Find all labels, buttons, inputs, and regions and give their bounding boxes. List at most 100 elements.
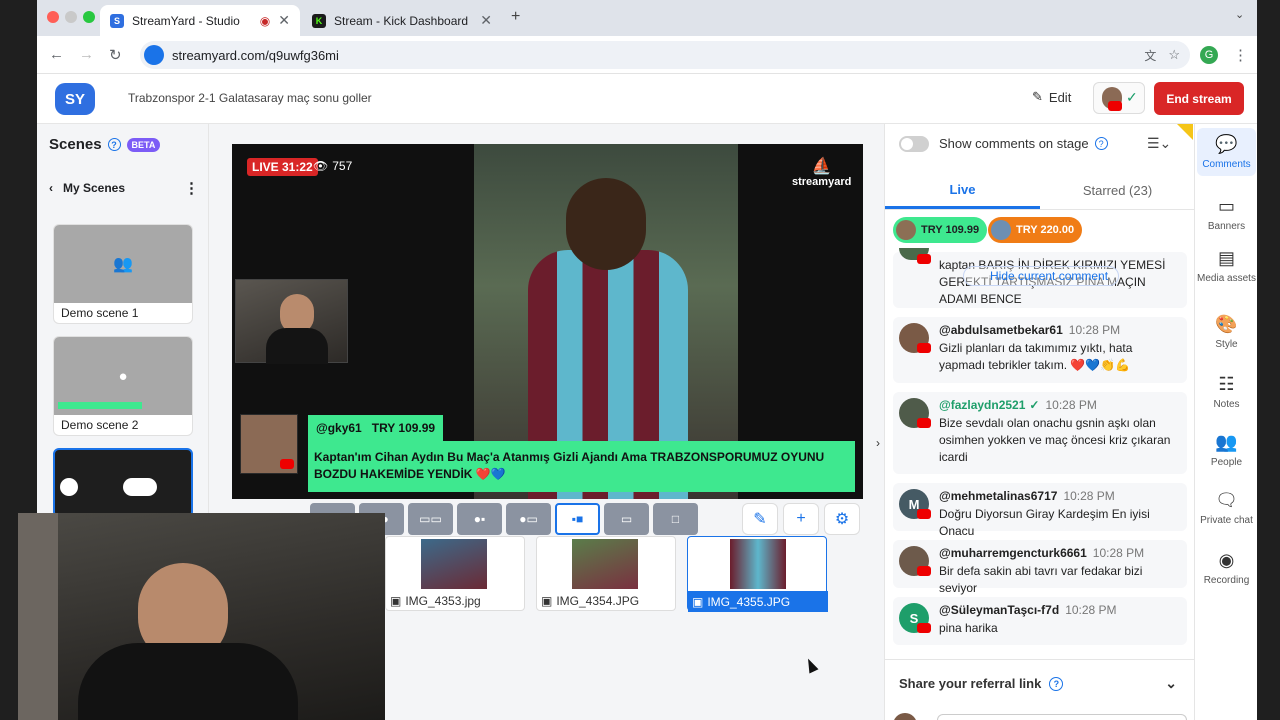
chat-message[interactable]: M @mehmetalinas6717 10:28 PM Doğru Diyors… (893, 483, 1187, 538)
scene-card[interactable]: 👥 Demo scene 1 (53, 224, 193, 324)
broadcast-title[interactable]: Trabzonspor 2-1 Galatasaray maç sonu gol… (128, 91, 372, 105)
chat-message[interactable]: S @SüleymanTaşcı-f7d 10:28 PM pina harika (893, 597, 1187, 645)
help-icon[interactable]: ? (1094, 137, 1108, 150)
people-icon: 👥 (1215, 432, 1238, 452)
sidebar-item-people[interactable]: 👥 People (1197, 432, 1256, 468)
edit-layout-button[interactable]: ✎ (742, 503, 778, 535)
chat-message[interactable]: @abdulsametbekar61 10:28 PM Gizli planlar… (893, 317, 1187, 383)
media-asset-card[interactable]: ▣ IMG_4353.jpg (385, 536, 525, 611)
private-chat-icon: 🗨 (1215, 490, 1238, 510)
tab-live[interactable]: Live (885, 172, 1040, 209)
commenter-name: @SüleymanTaşcı-f7d (939, 603, 1060, 617)
help-icon[interactable]: ? (107, 138, 121, 151)
layout-screen-left-button[interactable]: ▪■ (555, 503, 600, 535)
sidebar-item-label: Notes (1213, 399, 1240, 410)
my-scenes-label: My Scenes (63, 181, 126, 195)
banner-handle: @gky61 (316, 421, 362, 435)
browser-menu-icon[interactable]: ⋮ (1233, 46, 1248, 64)
sidebar-item-media-assets[interactable]: ▤ Media assets (1197, 248, 1256, 284)
more-options-icon[interactable]: ⋮ (184, 179, 199, 197)
layout-leader-button[interactable]: ●▪ (457, 503, 502, 535)
tab-starred[interactable]: Starred (23) (1040, 172, 1195, 209)
sidebar-item-comments[interactable]: 💬 Comments (1197, 128, 1256, 176)
show-comments-toggle[interactable] (899, 136, 929, 152)
edit-button[interactable]: ✎ Edit (1032, 89, 1071, 105)
profile-avatar[interactable]: G (1200, 46, 1218, 64)
pill-avatar (991, 220, 1011, 240)
site-info-icon[interactable] (144, 45, 164, 65)
help-icon[interactable]: ? (1049, 676, 1064, 691)
scene-card[interactable]: ● Demo scene 2 (53, 336, 193, 436)
tab-kick[interactable]: K Stream - Kick Dashboard ✕ (302, 5, 502, 36)
media-asset-card-selected[interactable]: ▣ IMG_4355.JPG (687, 536, 828, 612)
youtube-icon (917, 343, 931, 353)
streamyard-logo[interactable]: SY (55, 83, 95, 115)
commenter-name: @mehmetalinas6717 (939, 489, 1058, 503)
chat-message[interactable]: @fazlaydn2521 ✓ 10:28 PM Bize sevdalı olan… (893, 392, 1187, 474)
filter-settings-icon[interactable]: ☰⌄ (1147, 135, 1171, 152)
commenter-name: @abdulsametbekar61 (939, 323, 1063, 337)
referral-label: Share your referral link (899, 676, 1042, 691)
scene-card-active[interactable] (53, 448, 193, 518)
sidebar-item-recording[interactable]: ◉ Recording (1197, 550, 1256, 586)
sidebar-item-notes[interactable]: ☷ Notes (1197, 374, 1256, 410)
media-filename: IMG_4353.jpg (405, 594, 481, 608)
youtube-icon (917, 566, 931, 576)
layout-grid-button[interactable]: ▭▭ (408, 503, 453, 535)
minimize-window-button[interactable] (65, 11, 77, 23)
youtube-icon (280, 459, 294, 469)
participant-avatar (123, 478, 157, 496)
add-layout-button[interactable]: + (783, 503, 819, 535)
superchat-pill[interactable]: TRY 220.00 (988, 217, 1083, 243)
scene-thumbnail: ● (54, 337, 192, 415)
bookmark-star-icon[interactable]: ☆ (1168, 47, 1180, 63)
youtube-icon (917, 418, 931, 428)
sidebar-item-banners[interactable]: ▭ Banners (1197, 196, 1256, 232)
webcam-torso (266, 328, 328, 364)
reload-icon[interactable]: ↻ (109, 46, 122, 64)
layout-fullscreen-button[interactable]: □ (653, 503, 698, 535)
hide-current-comment-button[interactable]: Hide current comment (963, 266, 1120, 286)
back-icon[interactable]: ← (49, 46, 64, 63)
youtube-icon (917, 623, 931, 633)
zoom-window-button[interactable] (83, 11, 95, 23)
layout-pip-button[interactable]: ●▭ (506, 503, 551, 535)
message-time: 10:28 PM (1065, 603, 1117, 617)
close-window-button[interactable] (47, 11, 59, 23)
sidebar-item-style[interactable]: 🎨 Style (1197, 314, 1256, 350)
show-comments-label: Show comments on stage (939, 136, 1089, 151)
close-tab-icon[interactable]: ✕ (278, 12, 290, 29)
chat-message[interactable]: kaptan BARIŞ İN DİREK KIRMIZI YEMESİ GER… (893, 248, 1187, 308)
sidebar-item-private-chat[interactable]: 🗨 Private chat (1197, 490, 1256, 526)
new-tab-button[interactable]: + (511, 8, 520, 26)
referral-section[interactable]: Share your referral link ? ⌄ (885, 659, 1195, 707)
media-label: ▣ IMG_4355.JPG (688, 591, 828, 612)
message-time: 10:28 PM (1068, 323, 1121, 337)
chat-input[interactable] (937, 714, 1187, 720)
notes-icon: ☷ (1218, 374, 1235, 394)
superchat-pill[interactable]: TRY 109.99 (893, 217, 988, 243)
close-tab-icon[interactable]: ✕ (480, 12, 492, 29)
chevron-down-icon[interactable]: ⌄ (1165, 675, 1177, 692)
forward-icon[interactable]: → (79, 46, 94, 63)
destination-avatar-button[interactable]: ✓ (1093, 82, 1145, 114)
scene-name: Demo scene 2 (61, 418, 139, 432)
eye-icon: 👁 (313, 159, 329, 173)
expand-panel-icon[interactable]: › (876, 436, 880, 450)
viewer-count: 👁 757 (313, 159, 352, 173)
pill-amount: TRY 220.00 (1016, 224, 1075, 236)
youtube-icon (1108, 101, 1122, 111)
translate-icon[interactable]: 文 (1144, 47, 1156, 64)
tab-streamyard[interactable]: S StreamYard - Studio ◉ ✕ (100, 5, 300, 36)
end-stream-button[interactable]: End stream (1154, 82, 1244, 115)
back-chevron-icon[interactable]: ‹ (49, 181, 53, 195)
chat-message[interactable]: @muharremgencturk6661 10:28 PM Bir defa s… (893, 540, 1187, 595)
pencil-icon: ✎ (1032, 89, 1043, 104)
media-asset-card[interactable]: ▣ IMG_4354.JPG (536, 536, 676, 611)
layout-cinema-button[interactable]: ▭ (604, 503, 649, 535)
verified-check-icon: ✓ (1029, 398, 1040, 412)
tab-search-icon[interactable]: ⌄ (1235, 8, 1244, 21)
watermark-text: streamyard (792, 176, 852, 188)
address-bar[interactable]: streamyard.com/q9uwfg36mi 文 ☆ (140, 41, 1190, 69)
stage-settings-button[interactable]: ⚙ (824, 503, 860, 535)
